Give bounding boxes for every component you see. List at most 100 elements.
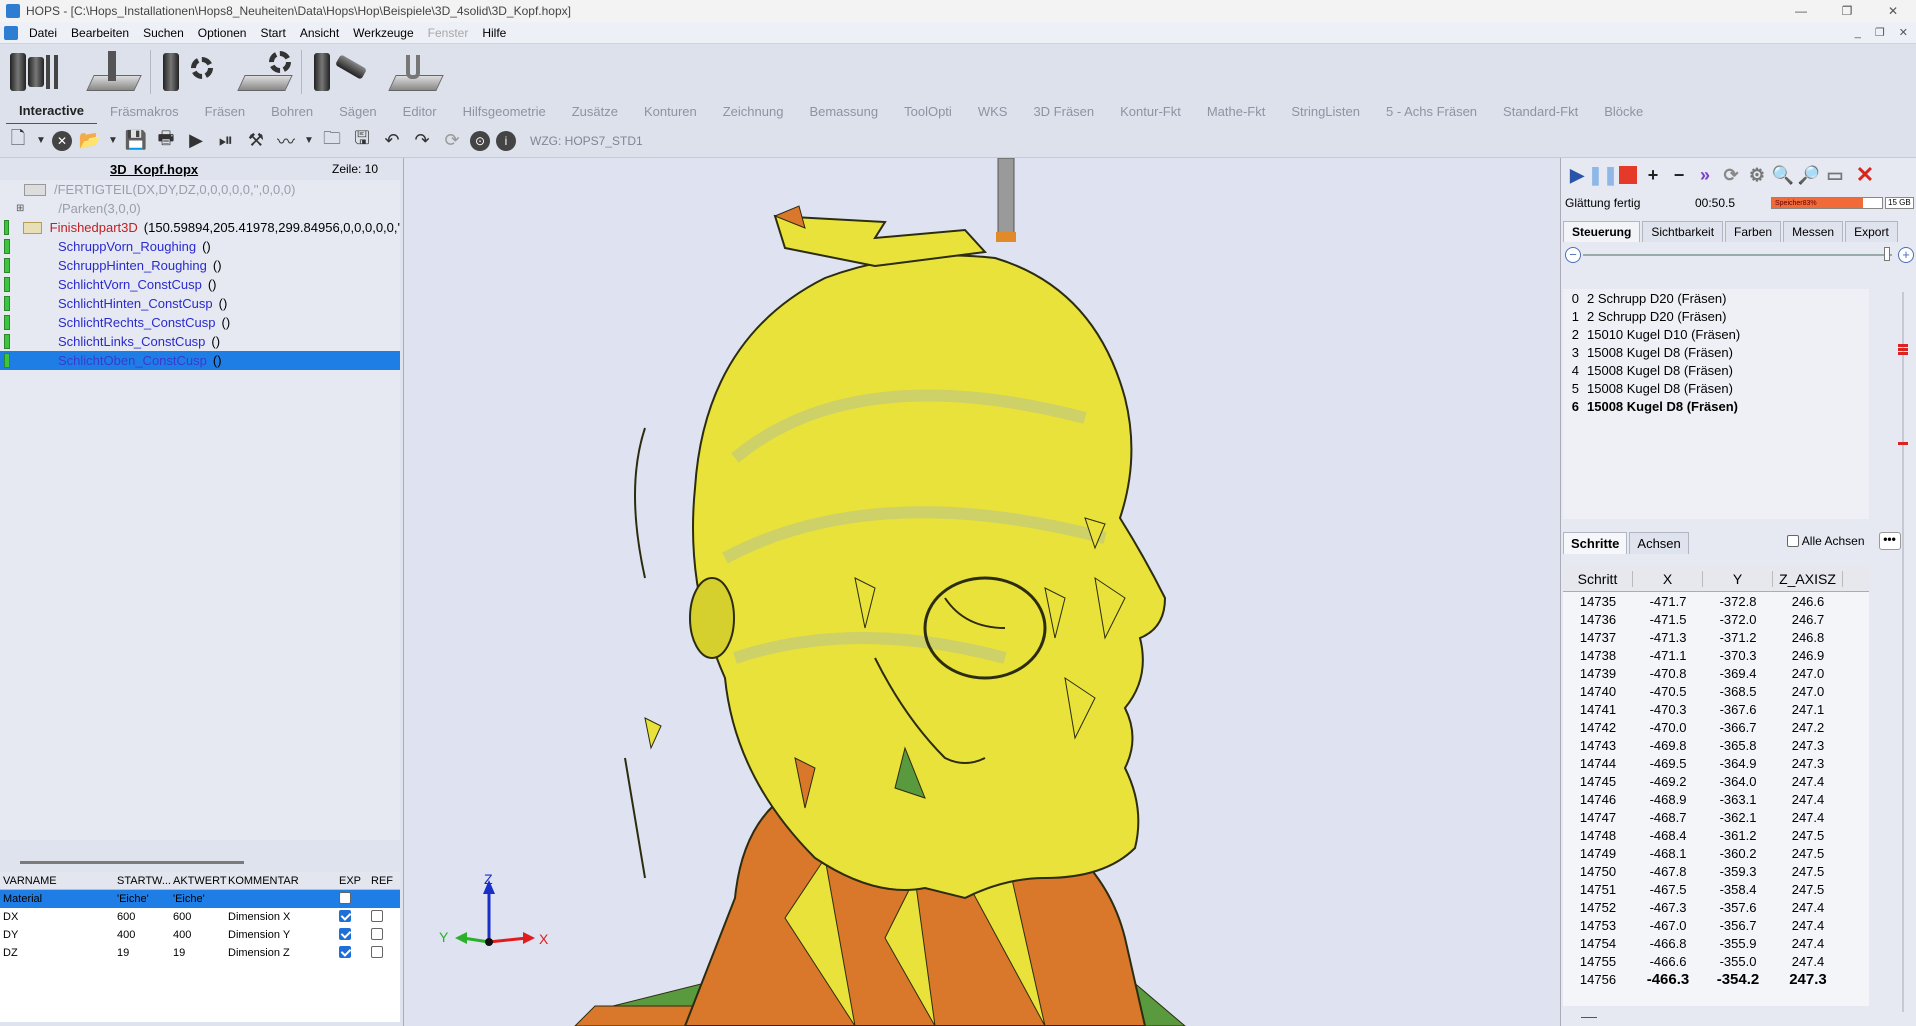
list-item[interactable]: 3 15008 Kugel D8 (Fräsen) <box>1563 343 1869 361</box>
save-all-icon[interactable]: 🖫 <box>350 128 374 153</box>
list-item[interactable]: 1 2 Schrupp D20 (Fräsen) <box>1563 307 1869 325</box>
tab-farben[interactable]: Farben <box>1725 221 1782 242</box>
tree-row[interactable]: SchlichtLinks_ConstCusp () <box>0 332 400 351</box>
tree-row-selected[interactable]: SchlichtOben_ConstCusp () <box>0 351 400 370</box>
table-row[interactable]: 14737 -471.3 -371.2 246.8 <box>1563 628 1869 646</box>
exp-checkbox[interactable] <box>339 945 351 958</box>
tab-messen[interactable]: Messen <box>1783 221 1844 242</box>
table-row[interactable]: 14735 -471.7 -372.8 246.6 <box>1563 592 1869 610</box>
column-header[interactable]: Z_AXISZ <box>1773 570 1843 587</box>
menu-optionen[interactable]: Optionen <box>191 22 254 44</box>
close-simulation-icon[interactable]: ✕ <box>1855 162 1875 187</box>
table-row[interactable]: 14756 -466.3 -354.2 247.3 <box>1563 970 1869 988</box>
menu-bearbeiten[interactable]: Bearbeiten <box>64 22 136 44</box>
tab-standard-fkt[interactable]: Standard-Fkt <box>1490 100 1591 124</box>
column-header[interactable]: AKTWERT <box>170 875 227 887</box>
table-row[interactable]: 14749 -468.1 -360.2 247.5 <box>1563 844 1869 862</box>
folder-icon[interactable]: 🗀 <box>320 128 344 153</box>
table-row[interactable]: 14747 -468.7 -362.1 247.4 <box>1563 808 1869 826</box>
slider-plus-icon[interactable]: + <box>1898 247 1914 263</box>
info-icon[interactable]: i <box>496 130 516 151</box>
tab-fraesen[interactable]: Fräsen <box>192 100 258 124</box>
table-row[interactable]: 14736 -471.5 -372.0 246.7 <box>1563 610 1869 628</box>
table-row[interactable]: 14738 -471.1 -370.3 246.9 <box>1563 646 1869 664</box>
save-icon[interactable]: 💾 <box>124 129 148 153</box>
tab-bemassung[interactable]: Bemassung <box>796 100 891 124</box>
tab-toolopti[interactable]: ToolOpti <box>891 100 965 124</box>
ref-checkbox[interactable] <box>371 909 383 922</box>
position-scrollbar[interactable] <box>1896 292 1910 1012</box>
tree-row[interactable]: SchlichtVorn_ConstCusp () <box>0 275 400 294</box>
minus-icon[interactable]: − <box>1669 165 1689 185</box>
pause-icon[interactable]: ❚❚ <box>1588 165 1618 185</box>
table-row[interactable]: 14745 -469.2 -364.0 247.4 <box>1563 772 1869 790</box>
menu-datei[interactable]: Datei <box>22 22 64 44</box>
tab-kontur-fkt[interactable]: Kontur-Fkt <box>1107 100 1194 124</box>
box-view-icon[interactable]: ▭ <box>1825 165 1845 185</box>
dropdown-arrow-icon[interactable]: ▼ <box>36 129 46 153</box>
list-item[interactable]: 0 2 Schrupp D20 (Fräsen) <box>1563 289 1869 307</box>
plus-icon[interactable]: + <box>1643 165 1663 185</box>
column-header[interactable]: Schritt <box>1563 570 1633 587</box>
horizontal-scrollbar[interactable] <box>20 861 244 864</box>
3d-viewport[interactable]: Z X Y <box>405 158 1553 1026</box>
tab-sichtbarkeit[interactable]: Sichtbarkeit <box>1642 221 1724 242</box>
all-axes-checkbox[interactable] <box>1786 535 1799 547</box>
minimize-button[interactable]: — <box>1778 0 1824 22</box>
wave-tool-icon[interactable]: 〰 <box>274 129 298 153</box>
list-item[interactable]: 4 15008 Kugel D8 (Fräsen) <box>1563 361 1869 379</box>
tree-row[interactable]: /FERTIGTEIL(DX,DY,DZ,0,0,0,0,0,'',0,0,0) <box>0 180 400 199</box>
dropdown-arrow-icon[interactable]: ▼ <box>108 129 118 153</box>
menu-werkzeuge[interactable]: Werkzeuge <box>346 22 420 44</box>
exp-checkbox[interactable] <box>339 891 351 904</box>
refresh-icon[interactable]: ⟳ <box>1721 165 1741 185</box>
tools-icon[interactable]: ⚒ <box>244 129 268 153</box>
tab-wks[interactable]: WKS <box>965 100 1021 124</box>
mill-settings-icon[interactable] <box>157 47 223 97</box>
table-row[interactable]: DZ 19 19 Dimension Z <box>0 944 400 962</box>
zoom-icon[interactable]: 🔍 <box>1772 165 1794 185</box>
tab-fraesmakros[interactable]: Fräsmakros <box>97 100 192 124</box>
list-item[interactable]: 2 15010 Kugel D10 (Fräsen) <box>1563 325 1869 343</box>
tree-row[interactable]: SchruppVorn_Roughing () <box>0 237 400 256</box>
table-row[interactable]: 14742 -470.0 -366.7 247.2 <box>1563 718 1869 736</box>
tab-steuerung[interactable]: Steuerung <box>1563 221 1641 242</box>
tab-5-achs-fraesen[interactable]: 5 - Achs Fräsen <box>1373 100 1490 124</box>
tree-row[interactable]: ⊞ /Parken(3,0,0) <box>0 199 400 218</box>
stop-icon[interactable] <box>1619 166 1637 184</box>
refresh-icon[interactable]: ⟳ <box>440 129 464 153</box>
table-row[interactable]: 14744 -469.5 -364.9 247.3 <box>1563 754 1869 772</box>
restore-button[interactable]: ❐ <box>1824 0 1870 22</box>
expand-icon[interactable]: ⊞ <box>16 203 24 214</box>
run-icon[interactable]: ▶ <box>184 129 208 153</box>
list-item[interactable]: 5 15008 Kugel D8 (Fräsen) <box>1563 379 1869 397</box>
table-row[interactable]: 14752 -467.3 -357.6 247.4 <box>1563 898 1869 916</box>
progress-slider[interactable]: − + <box>1561 242 1916 268</box>
run-step-icon[interactable]: ⏯ <box>214 129 238 153</box>
tab-schritte[interactable]: Schritte <box>1563 532 1628 554</box>
tab-editor[interactable]: Editor <box>390 100 450 124</box>
tab-zeichnung[interactable]: Zeichnung <box>710 100 797 124</box>
slider-minus-icon[interactable]: − <box>1565 247 1581 263</box>
menu-hilfe[interactable]: Hilfe <box>475 22 513 44</box>
drill-plate-icon[interactable] <box>78 47 144 97</box>
exp-checkbox[interactable] <box>339 909 351 922</box>
tab-export[interactable]: Export <box>1845 221 1898 242</box>
table-row[interactable]: 14741 -470.3 -367.6 247.1 <box>1563 700 1869 718</box>
table-row[interactable]: Material 'Eiche' 'Eiche' <box>0 890 400 908</box>
tab-zusaetze[interactable]: Zusätze <box>559 100 631 124</box>
gear-icon[interactable]: ⚙ <box>1747 165 1767 185</box>
column-header[interactable]: X <box>1633 570 1703 587</box>
ref-checkbox[interactable] <box>371 945 383 958</box>
tab-stringlisten[interactable]: StringListen <box>1278 100 1373 124</box>
column-header[interactable]: KOMMENTAR <box>225 875 335 887</box>
tree-row[interactable]: SchlichtRechts_ConstCusp () <box>0 313 400 332</box>
column-header[interactable]: VARNAME <box>0 875 114 887</box>
tab-saegen[interactable]: Sägen <box>326 100 390 124</box>
tab-3d-fraesen[interactable]: 3D Fräsen <box>1020 100 1107 124</box>
table-row[interactable]: 14746 -468.9 -363.1 247.4 <box>1563 790 1869 808</box>
table-row[interactable]: DY 400 400 Dimension Y <box>0 926 400 944</box>
zoom-fit-icon[interactable]: 🔎 <box>1798 165 1820 185</box>
play-icon[interactable]: ▶ <box>1567 165 1587 185</box>
tab-interactive[interactable]: Interactive <box>6 99 98 125</box>
